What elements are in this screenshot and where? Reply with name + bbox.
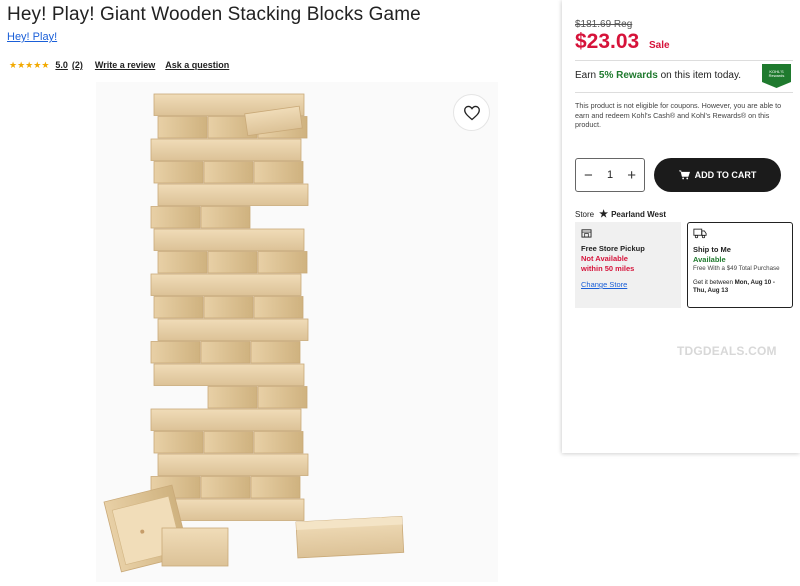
favorite-button[interactable] [453,94,490,131]
store-pickup-option[interactable]: Free Store Pickup Not Available within 5… [575,222,681,308]
delivery-prefix: Get it between [693,279,735,286]
store-row: Store ★ Pearland West [575,209,666,220]
plus-icon[interactable]: + [627,168,636,183]
star-icon: ★ [41,59,50,70]
change-store-link[interactable]: Change Store [581,280,675,290]
coupon-note: This product is not eligible for coupons… [575,101,782,129]
add-to-cart-label: ADD TO CART [694,170,757,180]
add-to-cart-button[interactable]: ADD TO CART [654,158,781,192]
star-icon: ★ [9,59,18,70]
ask-question-link[interactable]: Ask a question [165,60,229,70]
heart-icon [463,105,480,120]
pickup-status: Not Available [581,254,628,263]
star-icon: ★ [33,59,42,70]
store-name[interactable]: ★ Pearland West [599,209,666,220]
rewards-suffix: on this item today. [657,70,742,81]
product-title: Hey! Play! Giant Wooden Stacking Blocks … [7,4,421,25]
sale-label: Sale [649,40,670,51]
ship-to-me-option[interactable]: Ship to Me Available Free With a $49 Tot… [687,222,793,308]
store-star-icon: ★ [599,209,609,220]
divider [575,60,793,61]
pickup-title: Free Store Pickup [581,244,645,253]
product-image [96,82,498,582]
kohls-rewards-badge: KOHL'S Rewards [762,64,791,88]
ship-title: Ship to Me [693,245,731,254]
rewards-prefix: Earn [575,70,599,81]
watermark: TDGDEALS.COM [677,344,777,358]
rating-row: ★ ★ ★ ★ ★ 5.0 (2) Write a review Ask a q… [9,60,239,70]
quantity-value[interactable]: 1 [607,169,613,181]
sale-price: $23.03 [575,30,640,53]
ship-status: Available [693,255,726,264]
rating-score[interactable]: 5.0 [55,60,68,70]
delivery-estimate: Get it between Mon, Aug 10 - Thu, Aug 13 [693,279,787,295]
brand-link[interactable]: Hey! Play! [7,31,57,43]
review-count[interactable]: (2) [72,60,83,70]
badge-text: KOHL'S Rewards [768,69,785,78]
rating-stars: ★ ★ ★ ★ ★ [9,59,50,70]
minus-icon[interactable]: − [584,168,593,183]
store-name-text: Pearland West [611,210,667,219]
pickup-range: within 50 miles [581,264,635,273]
store-building-icon [581,229,592,238]
write-review-link[interactable]: Write a review [95,60,155,70]
rewards-amount: 5% Rewards [598,70,658,81]
store-label: Store [575,210,595,219]
cart-icon [678,170,690,180]
truck-icon [693,228,707,239]
regular-price: $181.69 Reg [575,19,633,30]
star-icon: ★ [25,59,34,70]
star-icon: ★ [17,59,26,70]
tower-illustration [103,93,405,573]
purchase-panel: $181.69 Reg $23.03 Sale Earn 5% Rewards … [562,0,800,453]
ship-detail: Free With a $49 Total Purchase [693,265,780,272]
quantity-stepper[interactable]: − 1 + [575,158,645,192]
divider [575,92,793,93]
rewards-message: Earn 5% Rewards on this item today. [575,70,741,81]
